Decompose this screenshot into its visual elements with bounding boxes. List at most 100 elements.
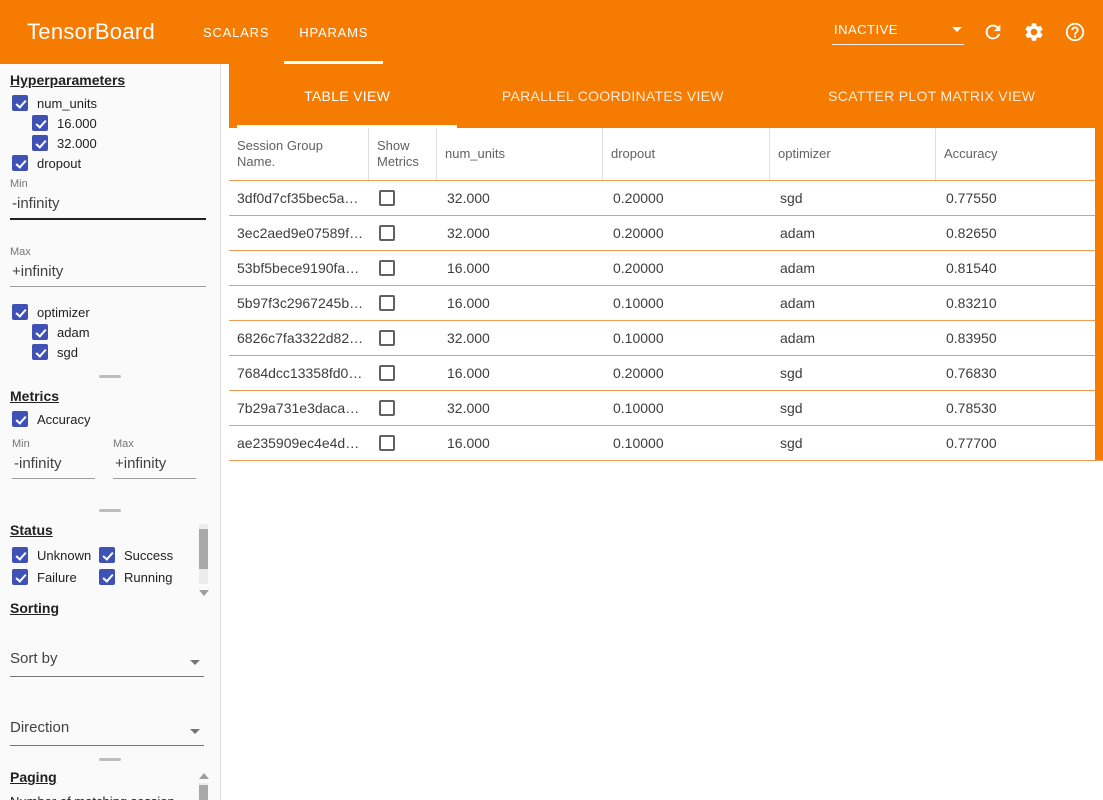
scrollbar-thumb[interactable] — [199, 785, 208, 800]
checkbox-icon — [12, 569, 28, 585]
metric-min-field[interactable]: Min -infinity — [12, 438, 95, 479]
field-value[interactable]: +infinity — [10, 258, 206, 287]
field-value[interactable]: -infinity — [12, 450, 95, 479]
run-status-dropdown[interactable]: INACTIVE — [832, 20, 964, 45]
table-row: 5b97f3c2967245b… 16.000 0.10000 adam 0.8… — [229, 286, 1103, 321]
table-right-scrollbar[interactable] — [1095, 128, 1103, 460]
sorting-heading: Sorting — [10, 600, 220, 616]
chevron-down-icon — [190, 729, 200, 734]
num-units-value: 16.000 — [437, 356, 603, 390]
num-units-value: 16.000 — [437, 286, 603, 320]
num-units-value: 16.000 — [437, 426, 603, 460]
reload-icon[interactable] — [981, 20, 1005, 44]
checkbox-dropout[interactable]: dropout — [12, 154, 220, 172]
paging-scrollbar[interactable] — [199, 783, 208, 800]
checkbox-label: num_units — [37, 96, 97, 111]
help-icon[interactable] — [1063, 20, 1087, 44]
show-metrics-checkbox[interactable] — [379, 400, 395, 416]
tab-hparams[interactable]: HPARAMS — [284, 0, 383, 64]
accuracy-value: 0.81540 — [936, 251, 1103, 285]
optimizer-value: adam — [770, 321, 936, 355]
col-show-metrics: Show Metrics — [369, 128, 437, 180]
checkbox-icon — [12, 411, 28, 427]
table-row: 7684dcc13358fd0… 16.000 0.20000 sgd 0.76… — [229, 356, 1103, 391]
checkbox-num-units-16[interactable]: 16.000 — [32, 114, 220, 132]
tab-parallel-coordinates-view[interactable]: PARALLEL COORDINATES VIEW — [465, 64, 760, 128]
accuracy-value: 0.82650 — [936, 216, 1103, 250]
run-status-value: INACTIVE — [834, 22, 898, 37]
checkbox-icon — [12, 95, 28, 111]
optimizer-value: adam — [770, 286, 936, 320]
field-value[interactable]: -infinity — [10, 190, 206, 220]
show-metrics-checkbox[interactable] — [379, 365, 395, 381]
sidebar-resize-handle[interactable] — [99, 509, 121, 512]
checkbox-status-failure[interactable]: Failure — [12, 568, 99, 586]
show-metrics-checkbox[interactable] — [379, 190, 395, 206]
checkbox-icon — [12, 547, 28, 563]
checkbox-label: 32.000 — [57, 136, 97, 151]
show-metrics-checkbox[interactable] — [379, 435, 395, 451]
checkbox-icon — [99, 547, 115, 563]
field-label: Min — [12, 438, 95, 450]
status-heading: Status — [10, 522, 220, 538]
header-actions: INACTIVE — [832, 0, 1087, 64]
session-group-name: 3df0d7cf35bec5a… — [229, 181, 369, 215]
optimizer-value: sgd — [770, 426, 936, 460]
metric-max-field[interactable]: Max +infinity — [113, 438, 196, 479]
paging-heading: Paging — [10, 769, 220, 785]
view-tabs: TABLE VIEW PARALLEL COORDINATES VIEW SCA… — [229, 64, 1103, 128]
section-status: Status Unknown Success Failure Running — [0, 522, 220, 586]
metrics-heading: Metrics — [10, 388, 220, 404]
section-hyperparameters: Hyperparameters num_units 16.000 32.000 … — [0, 72, 220, 361]
chevron-down-icon — [952, 27, 962, 32]
dropout-max-field[interactable]: Max +infinity — [10, 246, 206, 287]
show-metrics-checkbox[interactable] — [379, 260, 395, 276]
direction-dropdown[interactable]: Direction — [10, 719, 204, 746]
num-units-value: 32.000 — [437, 216, 603, 250]
tab-scalars[interactable]: SCALARS — [188, 0, 284, 64]
checkbox-optimizer[interactable]: optimizer — [12, 303, 220, 321]
scroll-down-icon[interactable] — [199, 590, 209, 596]
checkbox-status-unknown[interactable]: Unknown — [12, 546, 99, 564]
checkbox-label: Running — [124, 570, 172, 585]
dropout-min-field[interactable]: Min -infinity — [10, 178, 206, 220]
sidebar-resize-handle[interactable] — [99, 758, 121, 761]
sidebar-resize-handle[interactable] — [99, 375, 121, 378]
checkbox-optimizer-sgd[interactable]: sgd — [32, 343, 220, 361]
checkbox-label: Unknown — [37, 548, 91, 563]
checkbox-icon — [32, 324, 48, 340]
dropout-value: 0.10000 — [603, 426, 770, 460]
checkbox-label: optimizer — [37, 305, 90, 320]
checkbox-accuracy[interactable]: Accuracy — [12, 410, 220, 428]
checkbox-num-units-32[interactable]: 32.000 — [32, 134, 220, 152]
scrollbar-thumb[interactable] — [199, 529, 208, 569]
scroll-up-icon[interactable] — [199, 773, 209, 779]
checkbox-optimizer-adam[interactable]: adam — [32, 323, 220, 341]
session-group-name: 7684dcc13358fd0… — [229, 356, 369, 390]
col-optimizer: optimizer — [770, 128, 936, 180]
table-row: 53bf5bece9190fa… 16.000 0.20000 adam 0.8… — [229, 251, 1103, 286]
col-session-group-name: Session Group Name. — [229, 128, 369, 180]
accuracy-value: 0.83950 — [936, 321, 1103, 355]
accuracy-value: 0.78530 — [936, 391, 1103, 425]
dropout-value: 0.20000 — [603, 216, 770, 250]
checkbox-num-units[interactable]: num_units — [12, 94, 220, 112]
checkbox-label: adam — [57, 325, 90, 340]
show-metrics-checkbox[interactable] — [379, 295, 395, 311]
tab-table-view[interactable]: TABLE VIEW — [229, 64, 465, 128]
checkbox-label: Success — [124, 548, 173, 563]
show-metrics-checkbox[interactable] — [379, 330, 395, 346]
settings-icon[interactable] — [1022, 20, 1046, 44]
field-value[interactable]: +infinity — [113, 450, 196, 479]
status-scrollbar[interactable] — [199, 524, 208, 584]
show-metrics-checkbox[interactable] — [379, 225, 395, 241]
matching-groups-count: Number of matching session groups: 8 — [10, 793, 202, 800]
session-group-name: 53bf5bece9190fa… — [229, 251, 369, 285]
tab-scatter-plot-matrix-view[interactable]: SCATTER PLOT MATRIX VIEW — [760, 64, 1103, 128]
table-row: 3df0d7cf35bec5a… 32.000 0.20000 sgd 0.77… — [229, 181, 1103, 216]
accuracy-value: 0.83210 — [936, 286, 1103, 320]
hparams-sidebar: Hyperparameters num_units 16.000 32.000 … — [0, 64, 221, 800]
sort-by-dropdown[interactable]: Sort by — [10, 650, 204, 677]
col-dropout: dropout — [603, 128, 770, 180]
dropout-value: 0.20000 — [603, 181, 770, 215]
